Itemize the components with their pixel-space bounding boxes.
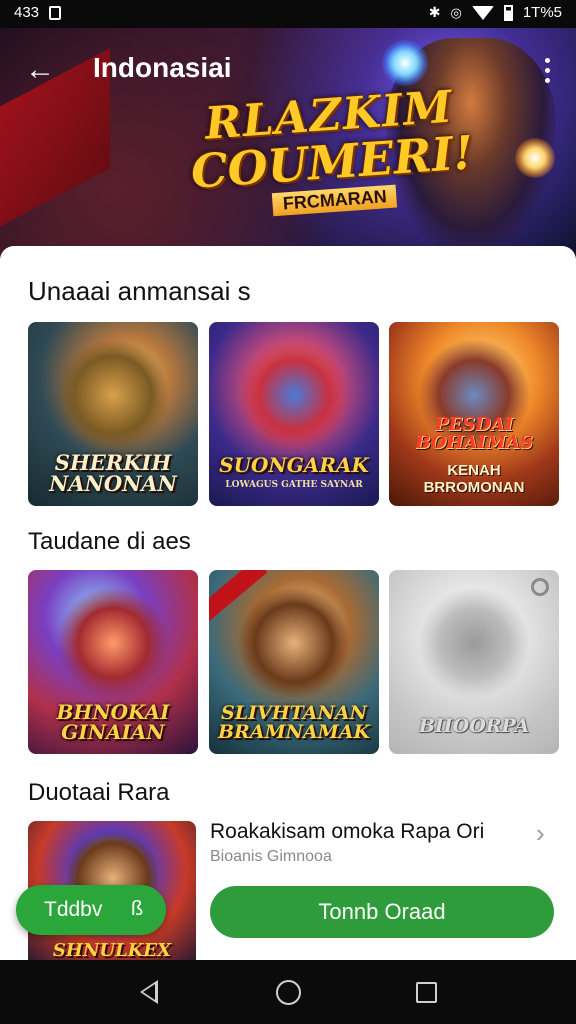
hero-energy-orb <box>382 40 428 86</box>
section-title: Duotaai Rara <box>28 779 170 806</box>
status-bar: 433 ✱ ◎ 1T%5 <box>0 0 576 28</box>
section-title: Taudane di aes <box>28 528 191 555</box>
list-item-title[interactable]: Roakakisam omoka Rapa Ori <box>210 820 484 844</box>
caption-line: SHERKIH <box>54 450 172 475</box>
hero-energy-orb-2 <box>515 138 555 178</box>
floating-pill-button[interactable]: Tddbv ß <box>16 885 166 935</box>
caption-line: BHNOKAI <box>56 700 170 724</box>
battery-level: 1T%5 <box>522 4 562 21</box>
nav-recents-icon[interactable] <box>416 982 437 1003</box>
caption-line: GINAIAN <box>61 720 165 744</box>
list-item-subtitle: Bioanis Gimnooa <box>210 848 332 865</box>
section-title: Unaaai anmansai s <box>28 276 251 306</box>
wifi-icon <box>471 5 494 20</box>
system-nav-bar <box>0 960 576 1024</box>
game-card[interactable]: BHNOKAI GINAIAN <box>28 570 198 754</box>
nav-back-icon[interactable] <box>140 980 158 1004</box>
caption-line: SUONGARAK <box>219 453 369 477</box>
game-card[interactable]: SHERKIH NANONAN <box>28 322 198 506</box>
notification-icon <box>49 5 62 20</box>
game-card-disabled[interactable]: BIIOORPA <box>389 570 559 754</box>
caption-small: LOWAGUS GATHE SAYNAR <box>225 480 363 490</box>
battery-icon <box>503 4 513 21</box>
nav-home-icon[interactable] <box>276 980 301 1005</box>
caption-line: BIIOORPA <box>418 715 530 737</box>
card-caption: BIIOORPA <box>395 717 553 736</box>
card-character-art <box>58 588 168 698</box>
back-arrow-icon[interactable]: ← <box>20 50 60 90</box>
card-character-art <box>239 340 349 450</box>
status-ring-icon <box>531 578 549 596</box>
card-caption: SUONGARAK LOWAGUS GATHE SAYNAR <box>215 455 373 490</box>
card-character-art <box>58 340 168 450</box>
more-vert-icon[interactable] <box>532 50 562 90</box>
thumbnail-caption: SHNULKEX <box>52 940 172 960</box>
pill-icon: ß <box>131 898 144 920</box>
card-caption: SLIVHTANAN BRAMNAMAK <box>215 704 373 742</box>
card-character-art <box>419 588 529 698</box>
hero-banner: ← Indonasiai RLAZKIM COUMERI! FRCMARAN <box>0 28 576 258</box>
card-character-art <box>239 588 349 698</box>
caption-line: BRROMONAN <box>423 478 525 496</box>
vibrate-icon: ◎ <box>450 4 462 20</box>
caption-line: BRAMNAMAK <box>217 721 371 743</box>
card-caption: BHNOKAI GINAIAN <box>34 702 192 742</box>
chevron-right-icon[interactable]: › <box>536 818 545 849</box>
game-logo: RLAZKIM COUMERI! FRCMARAN <box>186 80 477 221</box>
card-caption: SHERKIH NANONAN <box>34 452 192 494</box>
caption-line: NANONAN <box>49 471 177 496</box>
pill-label: Tddbv <box>44 898 103 921</box>
caption-line: BOHAIMAS <box>415 432 533 453</box>
page-title: Indonasiai <box>93 52 232 83</box>
game-card[interactable]: SUONGARAK LOWAGUS GATHE SAYNAR <box>209 322 379 506</box>
card-caption-secondary: KENAH BRROMONAN <box>395 462 553 497</box>
game-card[interactable]: SLIVHTANAN BRAMNAMAK <box>209 570 379 754</box>
status-time: 433 <box>14 4 40 21</box>
caption-line: KENAH <box>447 461 501 479</box>
game-card[interactable]: PESDAI BOHAIMAS KENAH BRROMONAN <box>389 322 559 506</box>
card-caption: PESDAI BOHAIMAS <box>395 416 553 452</box>
primary-action-button[interactable]: Tonnb Oraad <box>210 886 554 938</box>
content-sheet: Unaaai anmansai s SHERKIH NANONAN SUONGA… <box>0 246 576 960</box>
bluetooth-icon: ✱ <box>428 4 441 20</box>
